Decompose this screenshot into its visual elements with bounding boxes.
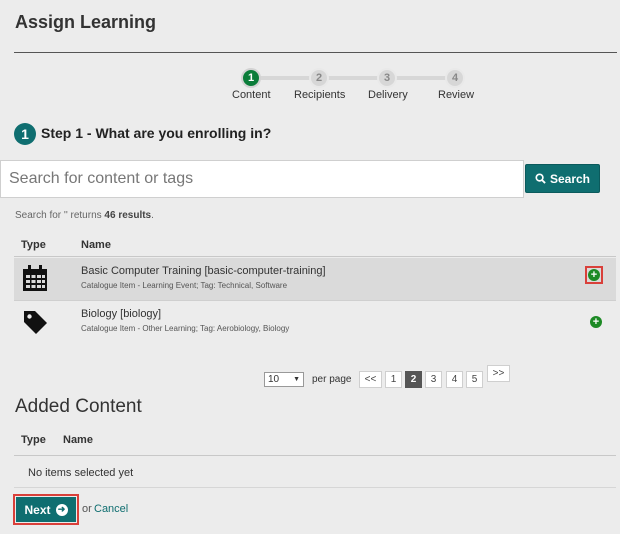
title-divider [14,52,617,53]
arrow-right-icon: ➜ [55,503,68,516]
cancel-link[interactable]: Cancel [94,503,128,515]
page-title: Assign Learning [15,12,157,32]
added-content-divider [14,455,616,456]
tag-icon [24,311,47,334]
added-content-heading: Added Content [15,396,142,417]
step-1-indicator[interactable]: 1 [241,68,261,88]
table-row[interactable]: Biology [biology] Catalogue Item - Other… [14,301,616,343]
step-heading: Step 1 - What are you enrolling in? [41,125,272,141]
results-column-type: Type [21,239,46,251]
step-2-indicator[interactable]: 2 [309,68,329,88]
search-button-label: Search [549,171,591,186]
step-1-label: Content [232,89,271,101]
search-result-count: 46 results [104,210,152,221]
step-number-badge: 1 [14,123,36,145]
step-3-indicator[interactable]: 3 [377,68,397,88]
result-subtitle: Catalogue Item - Learning Event; Tag: Te… [81,281,288,290]
pagination-page-3[interactable]: 3 [425,371,442,388]
step-3-label: Delivery [368,89,408,101]
or-text: or [82,503,92,515]
pagination-prev[interactable]: << [359,371,382,388]
step-2-label: Recipients [294,89,346,101]
search-icon [535,173,546,184]
plus-circle-icon[interactable]: + [590,316,602,328]
search-summary: Search for '' returns 46 results. [15,210,154,221]
search-button[interactable]: Search [525,164,600,193]
added-column-type: Type [21,434,46,446]
results-column-name: Name [81,239,111,251]
pagination-next[interactable]: >> [487,365,510,382]
plus-circle-icon[interactable]: + [588,269,600,281]
pagination-page-1[interactable]: 1 [385,371,402,388]
result-title[interactable]: Biology [biology] [81,308,161,320]
step-4-indicator[interactable]: 4 [445,68,465,88]
next-button[interactable]: Next ➜ [16,497,76,522]
next-button-label: Next [24,502,51,517]
results-divider [14,256,616,257]
per-page-label: per page [312,374,352,385]
search-input[interactable] [0,160,524,198]
added-content-divider [14,487,616,488]
calendar-icon [23,265,47,291]
stepper-connector [260,76,312,80]
chevron-down-icon: ▼ [293,376,300,383]
result-title[interactable]: Basic Computer Training [basic-computer-… [81,265,326,277]
stepper-connector [396,76,448,80]
pagination-page-4[interactable]: 4 [446,371,463,388]
step-4-label: Review [438,89,475,101]
stepper-connector [328,76,380,80]
added-column-name: Name [63,434,93,446]
search-summary-prefix: Search for '' returns [15,210,105,221]
search-summary-suffix: . [151,210,154,221]
pagination-page-2[interactable]: 2 [405,371,422,388]
per-page-value: 10 [268,374,280,385]
per-page-select[interactable]: 10 ▼ [264,372,304,387]
added-content-empty-message: No items selected yet [28,467,134,479]
pagination-page-5[interactable]: 5 [466,371,483,388]
result-subtitle: Catalogue Item - Other Learning; Tag: Ae… [81,324,290,333]
table-row[interactable]: Basic Computer Training [basic-computer-… [14,258,616,301]
